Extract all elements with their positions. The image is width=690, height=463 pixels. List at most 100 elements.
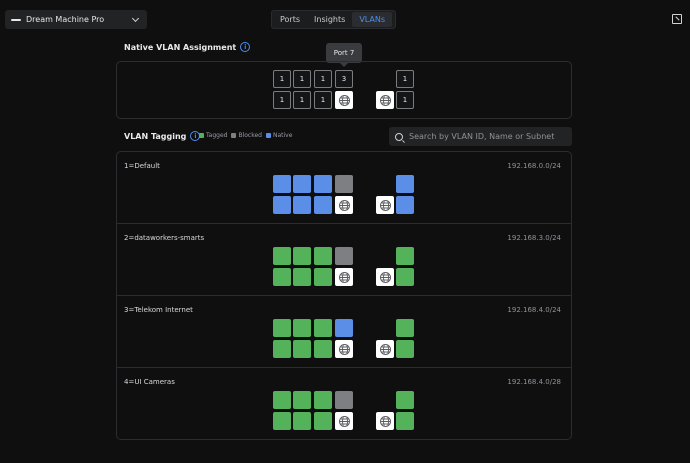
vlan-row[interactable]: 1=Default 192.168.0.0/24	[117, 152, 571, 224]
native-port-7[interactable]: 3	[335, 70, 353, 88]
port-sfp-bottom-native[interactable]	[396, 196, 414, 214]
globe-icon	[379, 94, 391, 106]
port-bottom-4-uplink[interactable]	[335, 196, 353, 214]
port-sfp-bottom-tagged[interactable]	[396, 268, 414, 286]
globe-icon	[379, 343, 391, 355]
vlan-subnet: 192.168.0.0/24	[507, 162, 561, 170]
port-sfp-top-tagged[interactable]	[396, 247, 414, 265]
vlan-row[interactable]: 3=Telekom Internet 192.168.4.0/24	[117, 296, 571, 368]
native-vlan-heading: Native VLAN Assignment i	[124, 42, 251, 52]
vlan-subnet: 192.168.4.0/28	[507, 378, 561, 386]
legend-tagged: Tagged	[206, 132, 228, 139]
port-bottom-3-tagged[interactable]	[314, 340, 332, 358]
legend-swatch-tagged	[199, 133, 204, 138]
native-port-2[interactable]: 1	[273, 91, 291, 109]
globe-icon	[338, 94, 350, 106]
legend-blocked: Blocked	[238, 132, 262, 139]
port-bottom-1-tagged[interactable]	[273, 412, 291, 430]
vlan-name: 1=Default	[124, 162, 160, 170]
port-bottom-3-tagged[interactable]	[314, 268, 332, 286]
globe-icon	[379, 271, 391, 283]
native-port-1[interactable]: 1	[273, 70, 291, 88]
port-wan2-uplink[interactable]	[376, 412, 394, 430]
port-sfp-bottom-tagged[interactable]	[396, 340, 414, 358]
port-top-4-blocked[interactable]	[335, 391, 353, 409]
chevron-down-icon	[131, 14, 140, 22]
port-top-1-tagged[interactable]	[273, 319, 291, 337]
port-bottom-4-uplink[interactable]	[335, 268, 353, 286]
port-top-4-blocked[interactable]	[335, 247, 353, 265]
search-placeholder: Search by VLAN ID, Name or Subnet	[409, 132, 555, 141]
port-bottom-1-tagged[interactable]	[273, 268, 291, 286]
globe-icon	[379, 199, 391, 211]
port-top-4-blocked[interactable]	[335, 175, 353, 193]
port-bottom-1-tagged[interactable]	[273, 340, 291, 358]
port-wan2-uplink[interactable]	[376, 340, 394, 358]
port-top-2-tagged[interactable]	[293, 319, 311, 337]
view-tabs: Ports Insights VLANs	[271, 10, 396, 29]
port-top-3-tagged[interactable]	[314, 319, 332, 337]
port-top-1-tagged[interactable]	[273, 391, 291, 409]
vlan-name: 4=UI Cameras	[124, 378, 175, 386]
device-icon	[11, 18, 21, 21]
info-icon[interactable]: i	[240, 42, 251, 52]
port-top-1-native[interactable]	[273, 175, 291, 193]
globe-icon	[379, 415, 391, 427]
port-bottom-2-native[interactable]	[293, 196, 311, 214]
port-sfp-bottom-tagged[interactable]	[396, 412, 414, 430]
tab-insights[interactable]: Insights	[307, 12, 352, 27]
port-wan2-uplink[interactable]	[376, 268, 394, 286]
expand-icon[interactable]	[672, 14, 682, 24]
native-port-5[interactable]: 1	[314, 70, 332, 88]
vlan-subnet: 192.168.3.0/24	[507, 234, 561, 242]
tab-vlans[interactable]: VLANs	[352, 12, 393, 27]
port-top-2-native[interactable]	[293, 175, 311, 193]
port-wan2-uplink[interactable]	[376, 196, 394, 214]
port-bottom-3-native[interactable]	[314, 196, 332, 214]
port-bottom-2-tagged[interactable]	[293, 412, 311, 430]
port-top-3-native[interactable]	[314, 175, 332, 193]
vlan-search-input[interactable]: Search by VLAN ID, Name or Subnet	[389, 127, 572, 146]
legend-swatch-native	[265, 133, 271, 138]
globe-icon	[338, 199, 350, 211]
search-icon	[395, 132, 403, 141]
vlan-tagging-heading: VLAN Tagging i	[124, 131, 201, 141]
port-sfp-top-tagged[interactable]	[396, 319, 414, 337]
device-selector[interactable]: Dream Machine Pro	[5, 10, 147, 29]
globe-icon	[338, 271, 350, 283]
vlan-tagging-panel: 1=Default 192.168.0.0/24 2=dataworkers-sma…	[116, 151, 572, 440]
device-name: Dream Machine Pro	[26, 15, 105, 24]
tab-ports[interactable]: Ports	[273, 12, 307, 27]
native-port-3[interactable]: 1	[293, 70, 311, 88]
port-sfp-top-tagged[interactable]	[396, 391, 414, 409]
port-bottom-1-native[interactable]	[273, 196, 291, 214]
native-vlan-title: Native VLAN Assignment	[124, 42, 237, 52]
native-port-sfp-top[interactable]: 1	[396, 70, 414, 88]
native-port-wan2[interactable]	[376, 91, 394, 109]
globe-icon	[338, 415, 350, 427]
port-top-2-tagged[interactable]	[293, 247, 311, 265]
port-top-4-native[interactable]	[335, 319, 353, 337]
vlan-row[interactable]: 4=UI Cameras 192.168.4.0/28	[117, 368, 571, 439]
port-bottom-4-uplink[interactable]	[335, 340, 353, 358]
legend-native: Native	[272, 132, 293, 139]
vlan-name: 3=Telekom Internet	[124, 306, 193, 314]
port-tooltip: Port 7	[326, 43, 362, 67]
native-port-4[interactable]: 1	[293, 91, 311, 109]
port-top-3-tagged[interactable]	[314, 247, 332, 265]
port-top-1-tagged[interactable]	[273, 247, 291, 265]
vlan-row[interactable]: 2=dataworkers-smarts 192.168.3.0/24	[117, 224, 571, 296]
legend-swatch-blocked	[231, 133, 237, 138]
port-bottom-3-tagged[interactable]	[314, 412, 332, 430]
port-top-2-tagged[interactable]	[293, 391, 311, 409]
port-sfp-top-native[interactable]	[396, 175, 414, 193]
vlan-name: 2=dataworkers-smarts	[124, 234, 205, 242]
native-port-6[interactable]: 1	[314, 91, 332, 109]
port-bottom-4-uplink[interactable]	[335, 412, 353, 430]
port-bottom-2-tagged[interactable]	[293, 268, 311, 286]
vlan-subnet: 192.168.4.0/24	[507, 306, 561, 314]
native-port-wan[interactable]	[335, 91, 353, 109]
port-bottom-2-tagged[interactable]	[293, 340, 311, 358]
port-top-3-tagged[interactable]	[314, 391, 332, 409]
native-port-sfp-bottom[interactable]: 1	[396, 91, 414, 109]
